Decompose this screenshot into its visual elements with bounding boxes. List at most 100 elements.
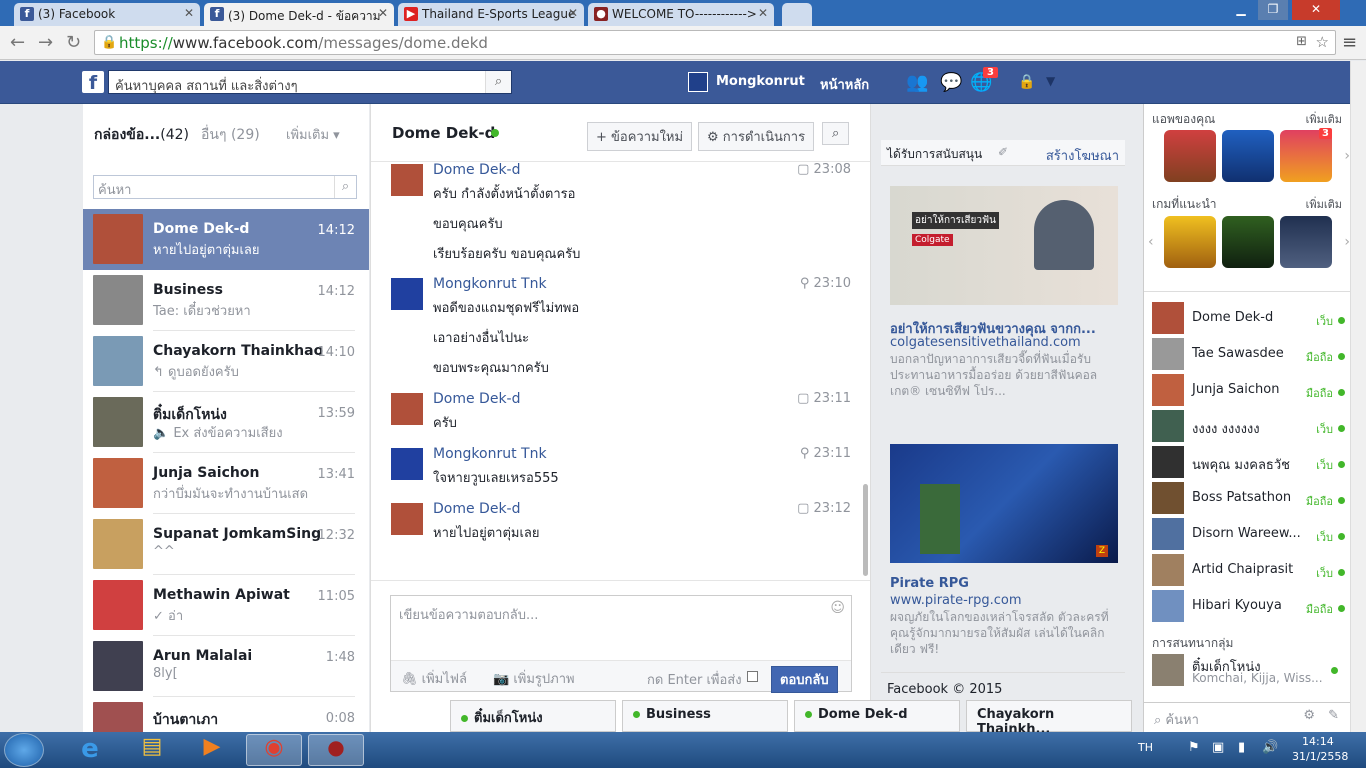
browser-tab-1[interactable]: f (3) Facebook ✕	[14, 3, 200, 26]
close-icon[interactable]: ✕	[184, 6, 194, 20]
profile-link[interactable]: Mongkonrut	[716, 74, 805, 89]
minimize-button[interactable]: ▁	[1228, 0, 1254, 20]
conversation-search-input[interactable]: ค้นหา ⌕	[93, 175, 357, 199]
clock-date[interactable]: 31/1/2558	[1292, 750, 1348, 763]
new-message-button[interactable]: + ข้อความใหม่	[587, 122, 693, 151]
chat-friend-item[interactable]: นพคุณ มงคลธวัช เว็บ	[1152, 446, 1347, 482]
new-tab-button[interactable]	[782, 3, 812, 26]
search-icon[interactable]: ⌕	[485, 71, 511, 93]
inbox-tab[interactable]: กล่องข้อ...(42)	[94, 124, 189, 146]
back-icon[interactable]: ←	[10, 32, 25, 53]
browser-tab-3[interactable]: ▶ Thailand E-Sports League ✕	[398, 3, 584, 26]
search-icon[interactable]: ⌕	[822, 122, 850, 145]
browser-tab-2[interactable]: f (3) Dome Dek-d - ข้อความ ✕	[204, 3, 394, 26]
star-icon[interactable]: ☆	[1316, 33, 1329, 51]
reload-icon[interactable]: ↻	[66, 32, 81, 53]
chat-search-input[interactable]: ⌕ ค้นหา	[1154, 709, 1199, 730]
close-window-button[interactable]: ✕	[1292, 0, 1340, 20]
chat-friend-item[interactable]: Dome Dek-d เว็บ	[1152, 302, 1347, 338]
gear-icon[interactable]: ⚙	[1303, 708, 1315, 723]
friends-icon[interactable]: 👥	[906, 72, 928, 93]
ad1-url[interactable]: colgatesensitivethailand.com	[890, 335, 1081, 350]
chat-friend-item[interactable]: Hibari Kyouya มือถือ	[1152, 590, 1347, 626]
browser-tab-4[interactable]: ● WELCOME TO------------> ✕	[588, 3, 774, 26]
more-games-link[interactable]: เพิ่มเติม	[1306, 195, 1342, 213]
conversation-item[interactable]: Supanat JomkamSing ^^ 12:32	[83, 514, 369, 575]
media-player-icon[interactable]: ▶	[184, 734, 240, 766]
chevron-left-icon[interactable]: ‹	[1148, 234, 1154, 250]
reply-button[interactable]: ตอบกลับ	[771, 666, 838, 693]
conversation-item[interactable]: ติ๋มเด็กโหน่ง 🔈 Ex ส่งข้อความเสียง 13:59	[83, 392, 369, 453]
avatar[interactable]	[688, 72, 708, 92]
actions-button[interactable]: ⚙ การดำเนินการ	[698, 122, 815, 151]
scrollbar[interactable]	[863, 484, 868, 576]
chat-title[interactable]: Dome Dek-d	[392, 124, 495, 142]
chat-friend-item[interactable]: งงงง งงงงงง เว็บ	[1152, 410, 1347, 446]
close-icon[interactable]: ✕	[568, 6, 578, 20]
flag-icon[interactable]: ⚑	[1188, 740, 1200, 755]
more-apps-link[interactable]: เพิ่มเติม	[1306, 110, 1342, 128]
chat-friend-item[interactable]: Artid Chaiprasit เว็บ	[1152, 554, 1347, 590]
attach-file-button[interactable]: 🖇 เพิ่มไฟล์	[401, 668, 467, 689]
facebook-logo-icon[interactable]: f	[82, 71, 104, 94]
app-game-1[interactable]	[1164, 130, 1216, 182]
enter-send-checkbox[interactable]	[747, 671, 758, 682]
translate-icon[interactable]: ⊞	[1296, 34, 1307, 49]
clock-time[interactable]: 14:14	[1302, 735, 1334, 748]
start-button[interactable]	[4, 733, 44, 767]
volume-icon[interactable]: 🔊	[1262, 740, 1278, 755]
message-sender[interactable]: Mongkonrut Tnk	[433, 446, 547, 462]
ad2-image[interactable]: Z	[890, 444, 1118, 563]
restore-button[interactable]: ❐	[1258, 0, 1288, 20]
attach-photo-button[interactable]: 📷 เพิ่มรูปภาพ	[493, 668, 575, 689]
conversation-item[interactable]: Arun Malalai 8ly[1:48	[83, 636, 369, 697]
ad2-title[interactable]: Pirate RPG	[890, 576, 969, 591]
more-dropdown[interactable]: เพิ่มเติม ▾	[286, 124, 340, 145]
privacy-icon[interactable]: 🔒	[1018, 74, 1035, 90]
game-3[interactable]	[1280, 216, 1332, 268]
close-icon[interactable]: ✕	[758, 6, 768, 20]
message-sender[interactable]: Dome Dek-d	[433, 162, 521, 178]
chrome-icon[interactable]: ◉	[246, 734, 302, 766]
chat-friend-item[interactable]: Disorn Wareew... เว็บ	[1152, 518, 1347, 554]
game-app-icon[interactable]: ●	[308, 734, 364, 766]
close-icon[interactable]: ✕	[378, 6, 388, 20]
messages-icon[interactable]: 💬	[940, 72, 962, 93]
conversation-item[interactable]: Business Tae: เดี๋ยวช่วยหา 14:12	[83, 270, 369, 331]
menu-icon[interactable]: ≡	[1342, 32, 1357, 53]
page-scrollbar[interactable]	[1350, 61, 1366, 732]
message-sender[interactable]: Dome Dek-d	[433, 501, 521, 517]
game-2[interactable]	[1222, 216, 1274, 268]
game-1[interactable]	[1164, 216, 1216, 268]
url-input[interactable]: 🔒 https://www.facebook.com/messages/dome…	[94, 30, 1336, 55]
app-cards[interactable]	[1222, 130, 1274, 182]
home-link[interactable]: หน้าหลัก	[820, 74, 869, 95]
create-ad-link[interactable]: สร้างโฆษณา	[1046, 145, 1119, 166]
conversation-item[interactable]: Junja Saichon กว่าบึ่มมันจะทำงานบ้านเสด 13…	[83, 453, 369, 514]
message-sender[interactable]: Mongkonrut Tnk	[433, 276, 547, 292]
other-tab[interactable]: อื่นๆ (29)	[201, 124, 260, 146]
fb-search-input[interactable]: ค้นหาบุคคล สถานที่ และสิ่งต่างๆ ⌕	[108, 70, 512, 94]
chat-friend-item[interactable]: Junja Saichon มือถือ	[1152, 374, 1347, 410]
conversation-item[interactable]: Chayakorn Thainkhao ↰ ดูบอดยังครับ 14:10	[83, 331, 369, 392]
chat-tab-4[interactable]: Chayakorn Thainkh...	[966, 700, 1132, 737]
conversation-item[interactable]: Dome Dek-d หายไปอยู่ตาตุ่มเลย 14:12	[83, 209, 369, 270]
conversation-item[interactable]: Methawin Apiwat ✓ อ่า 11:05	[83, 575, 369, 636]
search-icon[interactable]: ⌕	[334, 176, 356, 198]
chat-tab-1[interactable]: ติ๋มเด็กโหน่ง	[450, 700, 616, 732]
ad1-image[interactable]: อย่าให้การเสียวฟัน Colgate	[890, 186, 1118, 305]
explorer-icon[interactable]: ▤	[124, 734, 180, 766]
chat-tab-2[interactable]: Business	[622, 700, 788, 732]
device-icon[interactable]: ▣	[1212, 740, 1224, 755]
chat-tab-3[interactable]: Dome Dek-d	[794, 700, 960, 732]
language-indicator[interactable]: TH	[1138, 741, 1153, 754]
ad2-url[interactable]: www.pirate-rpg.com	[890, 593, 1022, 608]
network-icon[interactable]: ▮	[1238, 740, 1245, 755]
chat-friend-item[interactable]: Boss Patsathon มือถือ	[1152, 482, 1347, 518]
emoji-icon[interactable]: ☺	[830, 600, 845, 616]
reply-input[interactable]: เขียนข้อความตอบกลับ...	[399, 604, 538, 625]
ie-icon[interactable]: e	[62, 734, 118, 766]
forward-icon[interactable]: →	[38, 32, 53, 53]
compose-icon[interactable]: ✎	[1328, 708, 1339, 723]
message-sender[interactable]: Dome Dek-d	[433, 391, 521, 407]
